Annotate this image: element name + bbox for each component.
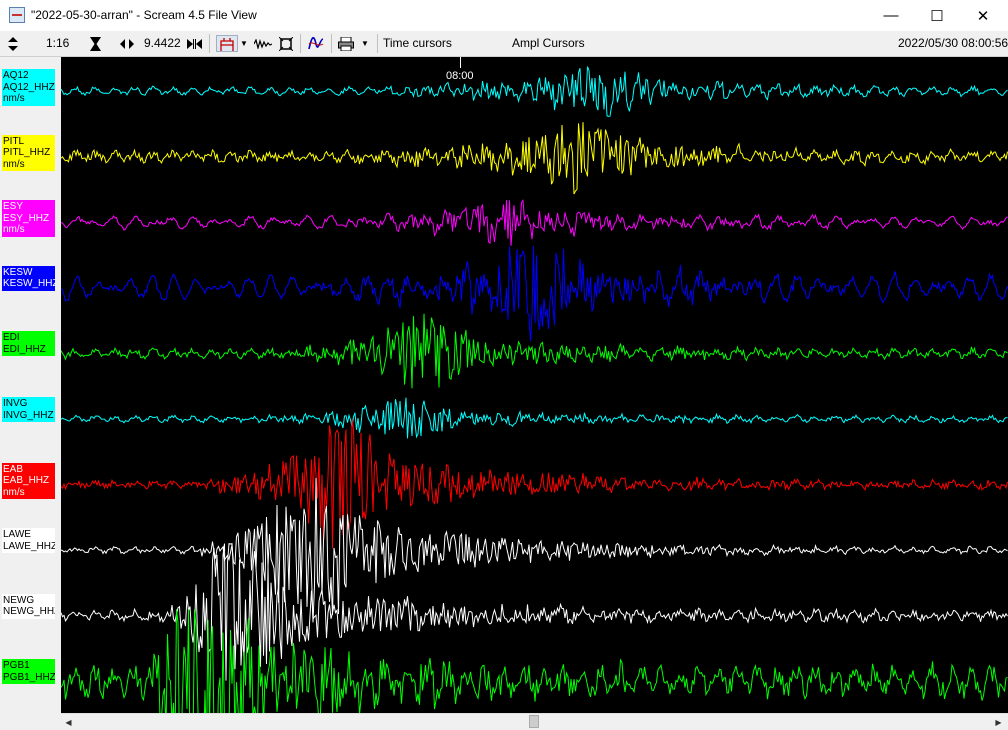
channel-label-aq12[interactable]: AQ12 AQ12_HHZ nm/s [2, 69, 55, 106]
scroll-right-arrow-icon[interactable]: ▶ [991, 715, 1006, 729]
printer-dropdown-arrow-icon[interactable]: ▼ [360, 35, 370, 52]
app-icon [9, 7, 25, 23]
channel-units: nm/s [3, 224, 25, 236]
amplitude-scale-value: 9.4422 [144, 36, 181, 50]
channel-label-invg[interactable]: INVG INVG_HHZ [2, 397, 55, 422]
toolbar-separator [377, 34, 378, 53]
title-bar: "2022-05-30-arran" - Scream 4.5 File Vie… [0, 0, 1008, 31]
channel-component: LAWE_HHZ [3, 540, 55, 552]
channel-label-kesw[interactable]: KESW KESW_HHZ [2, 265, 55, 291]
time-marker-tick [460, 57, 461, 68]
toolbar: 1:16 9.4422 ▼ ▼ Time cursors Ampl Cursor… [0, 31, 1008, 57]
close-button[interactable]: ✕ [960, 0, 1006, 31]
channel-component: AQ12_HHZ [3, 81, 55, 93]
channel-component: KESW_HHZ [3, 278, 55, 290]
fit-width-icon[interactable] [185, 35, 203, 52]
channel-units: nm/s [3, 93, 25, 104]
channel-label-panel: AQ12 AQ12_HHZ nm/s PITL PITL_HHZ nm/s ESY ESY_H… [0, 57, 60, 713]
window-title: "2022-05-30-arran" - Scream 4.5 File Vie… [31, 8, 257, 22]
leftright-arrows-icon[interactable] [118, 35, 136, 52]
waveform-invg [61, 397, 1008, 439]
printer-icon[interactable] [337, 35, 355, 52]
channel-units: nm/s [3, 486, 25, 498]
toolbar-separator [209, 34, 210, 53]
datetime-readout: 2022/05/30 08:00:56 [898, 36, 1008, 50]
channel-component: EDI_HHZ [3, 343, 46, 355]
horizontal-scrollbar[interactable]: ◀ ▶ [61, 713, 1008, 730]
channel-station: PGB1 [3, 660, 30, 672]
pick-dropdown-arrow-icon[interactable]: ▼ [239, 35, 249, 52]
seismogram-plot[interactable]: 08:00 [61, 57, 1008, 713]
channel-component: PGB1_HHZ [3, 671, 55, 683]
waveform-newg [61, 542, 1008, 681]
channel-station: INVG [3, 398, 28, 409]
channel-station: ESY [3, 201, 24, 213]
channel-station: KESW [3, 266, 33, 278]
toolbar-separator [331, 34, 332, 53]
channel-label-lawe[interactable]: LAWE LAWE_HHZ [2, 528, 55, 554]
spectrum-icon[interactable] [307, 35, 325, 52]
waveform-edi [61, 313, 1008, 389]
minimize-button[interactable]: — [868, 0, 914, 31]
toolbar-separator [300, 34, 301, 53]
channel-label-pgb1[interactable]: PGB1 PGB1_HHZ [2, 659, 55, 685]
time-marker-label: 08:00 [446, 70, 474, 82]
time-cursors-button[interactable]: Time cursors [383, 35, 452, 52]
hourglass-icon[interactable] [86, 35, 104, 52]
channel-units: nm/s [3, 158, 25, 170]
channel-label-newg[interactable]: NEWG NEWG_HHZ [2, 593, 55, 619]
waveform-aq12 [61, 66, 1008, 117]
channel-station: EDI [3, 332, 20, 344]
channel-label-edi[interactable]: EDI EDI_HHZ [2, 331, 55, 357]
channel-station: AQ12 [3, 70, 29, 81]
channel-component: PITL_HHZ [3, 147, 51, 159]
channel-component: INVG_HHZ [3, 409, 54, 421]
ampl-cursors-button[interactable]: Ampl Cursors [512, 35, 585, 52]
channel-station: LAWE [3, 529, 31, 541]
updown-arrows-icon[interactable] [4, 35, 22, 52]
waveform-pitl [61, 122, 1008, 195]
pick-icon[interactable] [216, 35, 238, 52]
scroll-left-arrow-icon[interactable]: ◀ [61, 715, 76, 729]
maximize-button[interactable]: ☐ [914, 0, 960, 31]
channel-component: NEWG_HHZ [3, 606, 55, 618]
scroll-thumb[interactable] [529, 715, 539, 728]
channel-component: EAB_HHZ [3, 475, 50, 487]
waveform-eab [61, 418, 1008, 549]
waveform-kesw [61, 245, 1008, 342]
channel-station: NEWG [3, 594, 35, 606]
time-scale-value: 1:16 [46, 36, 70, 50]
channel-station: EAB [3, 463, 24, 475]
channel-label-pitl[interactable]: PITL PITL_HHZ nm/s [2, 134, 55, 172]
waveform-esy [61, 198, 1008, 246]
channel-label-eab[interactable]: EAB EAB_HHZ nm/s [2, 462, 55, 500]
waveform-canvas[interactable] [61, 57, 1008, 713]
filter-wave-icon[interactable] [253, 35, 273, 52]
zoom-box-icon[interactable] [277, 35, 295, 52]
channel-station: PITL [3, 135, 25, 147]
channel-component: ESY_HHZ [3, 212, 50, 224]
channel-label-esy[interactable]: ESY ESY_HHZ nm/s [2, 200, 55, 237]
